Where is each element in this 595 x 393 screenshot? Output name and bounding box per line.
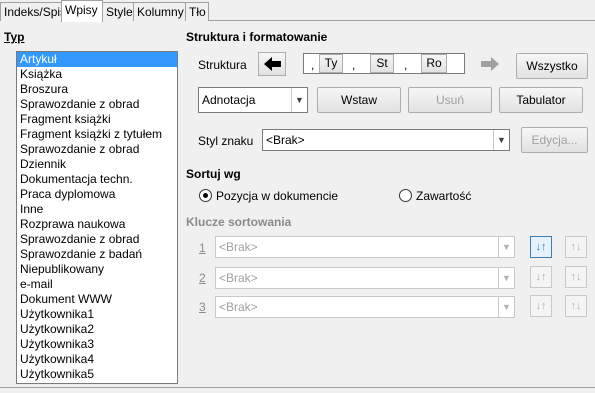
list-item[interactable]: Dokumentacja techn.	[17, 172, 177, 187]
radio-dot	[203, 193, 208, 198]
remove-button[interactable]: Usuń	[408, 87, 492, 113]
tab-styles[interactable]: Style	[102, 2, 134, 21]
all-button[interactable]: Wszystko	[516, 53, 588, 79]
list-item[interactable]: e-mail	[17, 277, 177, 292]
list-item[interactable]: Użytkownika2	[17, 322, 177, 337]
edit-button[interactable]: Edycja...	[521, 127, 588, 153]
list-item[interactable]: Sprawozdanie z obrad	[17, 142, 177, 157]
token-type[interactable]: Ty	[319, 54, 343, 73]
tab-stop-button[interactable]: Tabulator	[499, 87, 583, 113]
sort-key-2-select[interactable]: <Brak> ▼	[215, 267, 515, 289]
sort-key-3-select[interactable]: <Brak> ▼	[215, 296, 515, 318]
list-item[interactable]: Broszura	[17, 82, 177, 97]
sort-descending-icon: ↑↓	[570, 241, 582, 253]
chevron-down-icon: ▼	[498, 297, 514, 317]
sort-title: Sortuj wg	[186, 167, 241, 181]
list-item[interactable]: Fragment książki z tytułem	[17, 127, 177, 142]
move-left-button[interactable]	[258, 52, 286, 76]
tab-entries[interactable]: Wpisy	[61, 0, 103, 22]
token-sep-3[interactable]: ,	[404, 58, 407, 72]
field-select-value: Adnotacja	[202, 93, 256, 107]
sort-key-1-ascending-button[interactable]: ↓↑	[530, 236, 552, 258]
radio-position-label[interactable]: Pozycja w dokumencie	[216, 189, 338, 203]
radio-content-label[interactable]: Zawartość	[416, 189, 471, 203]
bottom-divider	[0, 387, 595, 388]
list-item[interactable]: Użytkownika4	[17, 352, 177, 367]
tab-index[interactable]: Indeks/Spis	[0, 2, 66, 21]
list-item[interactable]: Użytkownika5	[17, 367, 177, 382]
tab-bar: Indeks/Spis Wpisy Style Kolumny Tło	[0, 0, 595, 22]
sort-ascending-icon: ↓↑	[535, 300, 547, 312]
tab-columns[interactable]: Kolumny	[133, 2, 186, 21]
chevron-down-icon: ▼	[498, 268, 514, 288]
sort-key-1-value: <Brak>	[219, 240, 258, 254]
move-right-button[interactable]	[478, 54, 502, 74]
token-sep-1[interactable]: ,	[311, 58, 314, 72]
chevron-down-icon: ▼	[291, 88, 307, 112]
sort-ascending-icon: ↓↑	[535, 271, 547, 283]
token-year[interactable]: Ro	[421, 54, 447, 73]
list-item[interactable]: Rozprawa naukowa	[17, 217, 177, 232]
sort-key-1-label: 1	[199, 241, 206, 255]
list-item[interactable]: Książka	[17, 67, 177, 82]
chevron-down-icon: ▼	[498, 237, 514, 257]
list-item[interactable]: Sprawozdanie z obrad	[17, 97, 177, 112]
arrow-right-icon	[481, 57, 499, 71]
sort-key-2-label: 2	[199, 271, 206, 285]
sort-keys-title: Klucze sortowania	[186, 215, 292, 229]
sort-key-1-select[interactable]: <Brak> ▼	[215, 236, 515, 258]
field-select[interactable]: Adnotacja ▼	[198, 87, 308, 113]
list-item[interactable]: Dziennik	[17, 157, 177, 172]
insert-button[interactable]: Wstaw	[317, 87, 401, 113]
sort-key-1-descending-button[interactable]: ↑↓	[565, 236, 587, 258]
token-sep-2[interactable]: ,	[352, 58, 355, 72]
list-item[interactable]: Dokument WWW	[17, 292, 177, 307]
sort-key-3-value: <Brak>	[219, 300, 258, 314]
list-item[interactable]: Sprawozdanie z badań	[17, 247, 177, 262]
sort-key-2-value: <Brak>	[219, 271, 258, 285]
sort-descending-icon: ↑↓	[570, 271, 582, 283]
sort-descending-icon: ↑↓	[570, 300, 582, 312]
char-style-value: <Brak>	[266, 133, 305, 147]
sort-key-3-ascending-button[interactable]: ↓↑	[530, 295, 552, 317]
list-item[interactable]: Artykuł	[17, 52, 177, 67]
list-item[interactable]: Inne	[17, 202, 177, 217]
structure-label: Struktura	[198, 58, 247, 72]
list-item[interactable]: Praca dyplomowa	[17, 187, 177, 202]
list-item[interactable]: Użytkownika1	[17, 307, 177, 322]
radio-position[interactable]	[199, 189, 212, 202]
list-item[interactable]: Użytkownika3	[17, 337, 177, 352]
sort-ascending-icon: ↓↑	[535, 241, 547, 253]
list-item[interactable]: Fragment książki	[17, 112, 177, 127]
type-title: Typ	[4, 30, 25, 44]
list-item[interactable]: Sprawozdanie z obrad	[17, 232, 177, 247]
sort-key-3-label: 3	[199, 300, 206, 314]
type-list[interactable]: Artykuł Książka Broszura Sprawozdanie z obr…	[16, 51, 178, 384]
radio-content[interactable]	[399, 189, 412, 202]
sort-key-2-ascending-button[interactable]: ↓↑	[530, 266, 552, 288]
list-item[interactable]: Niepublikowany	[17, 262, 177, 277]
chevron-down-icon: ▼	[493, 130, 509, 150]
sort-key-2-descending-button[interactable]: ↑↓	[565, 266, 587, 288]
arrow-left-icon	[264, 57, 281, 71]
char-style-label: Styl znaku	[198, 134, 254, 148]
sort-key-3-descending-button[interactable]: ↑↓	[565, 295, 587, 317]
tab-background[interactable]: Tło	[185, 2, 209, 21]
char-style-select[interactable]: <Brak> ▼	[262, 129, 510, 151]
structure-title: Struktura i formatowanie	[186, 30, 328, 44]
token-title[interactable]: St	[370, 54, 394, 73]
